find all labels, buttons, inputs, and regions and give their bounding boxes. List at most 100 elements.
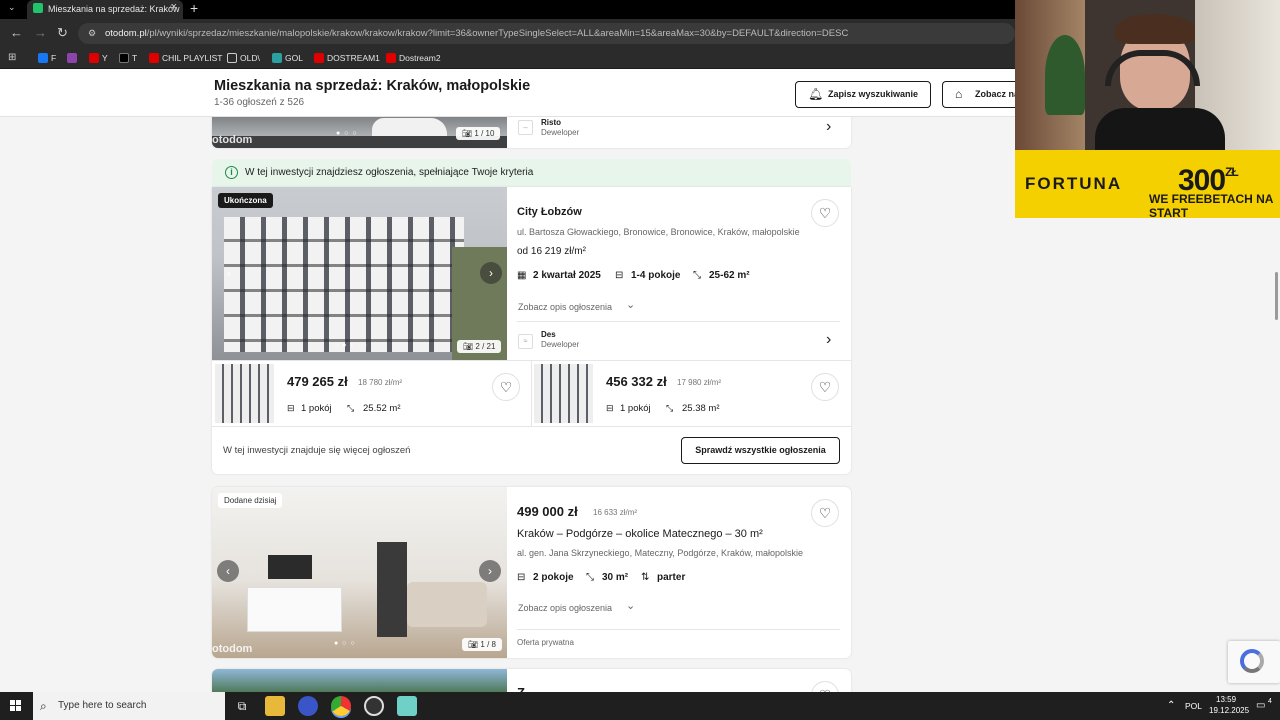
listing-title[interactable]: Kraków – Podgórze – okolice Matecznego –… [517,528,763,540]
bookmark-x[interactable]: T [119,52,137,64]
language-indicator[interactable]: POL [1185,692,1202,720]
listing-area: 30 m² [602,572,629,583]
tab-list-icon[interactable]: ⌄ [8,2,16,13]
url-input[interactable]: ⚙ otodom.pl/pl/wyniki/sprzedaz/mieszkani… [78,23,1015,44]
unit-thumbnail[interactable] [534,364,593,423]
listing-card-next[interactable]: Z ♡ [212,669,851,692]
scrollbar-thumb[interactable] [1275,272,1278,320]
recaptcha-badge[interactable] [1228,641,1280,683]
developer-role: Deweloper [541,128,580,137]
listing-price: 499 000 zł [517,504,578,519]
results-count: 1-36 ogłoszeń z 526 [214,97,305,108]
obs-icon[interactable] [364,696,384,716]
url-path: /pl/wyniki/sprzedaz/mieszkanie/malopolsk… [146,28,849,39]
unit-card[interactable]: 456 332 zł 17 980 zł/m² ⊟ 1 pokój ⤡ 25.3… [532,361,851,426]
calendar-icon: ▦ [517,270,527,281]
notification-icon[interactable]: ▭ [1256,692,1265,720]
listing-card[interactable]: Dodane dzisiaj ‹ › otodom ● ○ ○ 📷︎ 1 / 8… [212,487,851,658]
unit-price-per-m2: 18 780 zł/m² [358,378,403,387]
area-icon: ⤡ [693,270,701,281]
bookmark-twitch[interactable] [67,52,80,64]
reload-icon[interactable]: ↻ [57,25,68,41]
tab-close-icon[interactable]: × [171,2,177,13]
taskbar-search-input[interactable]: ⌕ Type here to search [33,692,225,720]
task-view-icon[interactable]: ⧉ [232,696,252,716]
bookmark-folder-old[interactable]: OLD\ [227,52,260,64]
photo-next-icon[interactable]: › [480,262,502,284]
site-info-icon[interactable]: ⚙ [88,23,96,44]
photo-next-icon[interactable]: › [479,560,501,582]
listing-address: al. gen. Jana Skrzyneckiego, Mateczny, P… [517,548,803,558]
page-scrollbar[interactable] [1270,218,1280,692]
listing-rooms: 2 pokoje [533,572,574,583]
unit-rooms: 1 pokój [301,403,332,414]
hair-shape [1115,14,1195,44]
bookmark-youtube[interactable]: Y [89,52,108,64]
chevron-right-icon[interactable]: › [826,331,831,349]
chrome-icon[interactable] [331,696,351,716]
investment-area: 25-62 m² [709,270,750,281]
photo-dots: ● ○ ○ [334,640,356,647]
favorite-heart-icon[interactable]: ♡ [811,681,839,692]
listing-photo[interactable] [212,669,507,692]
photo-prev-icon[interactable]: ‹ [217,560,239,582]
area-icon: ⤡ [586,572,594,583]
favorite-heart-icon[interactable]: ♡ [811,199,839,227]
check-all-listings-button[interactable]: Sprawdź wszystkie ogłoszenia [681,437,840,464]
investment-photo[interactable]: Ukończona ‹ › ○ ● ○ · · 📷︎ 2 / 21 [212,187,507,360]
bookmark-facebook[interactable]: F [38,52,56,64]
bookmark-chil-playlist[interactable]: CHIL PLAYLIST [149,52,222,64]
developer-name: Des [541,330,556,339]
app-icon[interactable] [298,696,318,716]
tab-title: Mieszkania na sprzedaż: Kraków [48,4,180,14]
fortuna-logo: FORTUNA [1025,174,1123,193]
investment-address: ul. Bartosza Głowackiego, Bronowice, Bro… [517,227,800,237]
description-link[interactable]: Zobacz opis ogłoszenia [518,302,612,312]
unit-price: 456 332 zł [606,374,667,389]
chevron-down-icon[interactable]: ⌄ [626,599,635,612]
area-icon: ⤡ [347,403,355,413]
camera-icon: 📷︎ [463,342,474,351]
listing-photo[interactable]: Dodane dzisiaj ‹ › otodom ● ○ ○ 📷︎ 1 / 8 [212,487,507,658]
developer-logo: – [518,120,533,135]
tray-expand-icon[interactable]: ⌃ [1167,692,1175,720]
webcam-overlay [1015,0,1280,150]
rooms-icon: ⊟ [517,572,526,583]
investment-name[interactable]: City Łobzów [517,206,582,218]
new-tab-icon[interactable]: + [190,0,198,17]
apps-grid-icon[interactable]: ⊞ [8,52,16,64]
shirt-shape [1095,108,1225,150]
favorite-heart-icon[interactable]: ♡ [492,373,520,401]
back-icon[interactable]: ← [10,25,23,40]
notification-count: 4 [1268,698,1272,705]
bookmark-gol[interactable]: GOL [272,52,303,64]
photo-prev-icon[interactable]: ‹ [218,262,240,284]
file-explorer-icon[interactable] [265,696,285,716]
description-link[interactable]: Zobacz opis ogłoszenia [518,603,612,613]
save-search-button[interactable]: 🔔︎ Zapisz wyszukiwanie [795,81,931,108]
photo-dots: ○ ● ○ · · [334,342,369,349]
chevron-down-icon[interactable]: ⌄ [626,298,635,311]
favorite-heart-icon[interactable]: ♡ [811,373,839,401]
notepad-icon[interactable] [397,696,417,716]
bookmark-dostream1[interactable]: DOSTREAM1 [314,52,380,64]
chevron-right-icon[interactable]: › [826,118,831,136]
screen: ⌄ Mieszkania na sprzedaż: Kraków × + ← →… [0,0,1280,720]
unit-thumbnail[interactable] [215,364,274,423]
listing-price-per-m2: 16 633 zł/m² [593,508,638,517]
forward-icon[interactable]: → [34,25,47,40]
investment-price-from: od 16 219 zł/m² [517,246,586,257]
unit-card[interactable]: 479 265 zł 18 780 zł/m² ⊟ 1 pokój ⤡ 25.5… [212,361,531,426]
investment-rooms: 1-4 pokoje [631,270,681,281]
browser-tab-active[interactable]: Mieszkania na sprzedaż: Kraków × [27,0,183,19]
developer-logo: ≈ [518,334,533,349]
page-title: Mieszkania na sprzedaż: Kraków, małopols… [214,78,531,94]
tv-shape [268,555,312,579]
rooms-icon: ⊟ [287,403,295,413]
favorite-heart-icon[interactable]: ♡ [811,499,839,527]
clock-date[interactable]: 19.12.2025 [1209,697,1249,720]
fortuna-ad-overlay: FORTUNA 300ZŁ WE FREEBETACH NA START [1015,150,1280,218]
windows-taskbar: ⌕ Type here to search ⧉ ⌃ POL 13:59 19.1… [0,692,1280,720]
bookmark-dostream2[interactable]: Dostream2 [386,52,441,64]
windows-start-icon[interactable] [10,700,22,712]
